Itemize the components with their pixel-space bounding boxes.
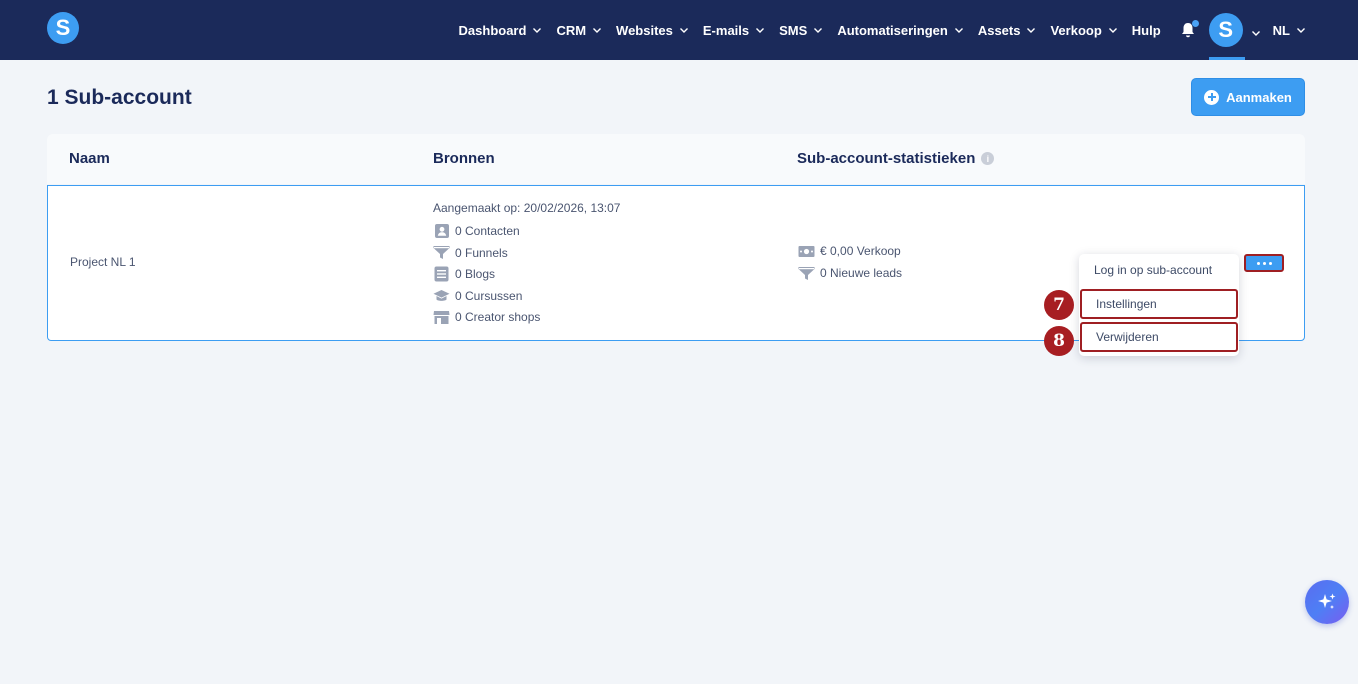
nav-item-label: SMS [779, 22, 808, 38]
active-indicator [1208, 57, 1245, 60]
nav-item-label: Hulp [1131, 22, 1161, 38]
create-button[interactable]: Aanmaken [1191, 78, 1305, 116]
nav-item-emails[interactable]: E-mails [703, 23, 765, 38]
language-label: NL [1272, 22, 1290, 38]
created-date: Aangemaakt op: 20/02/2026, 13:07 [433, 201, 621, 215]
avatar: S [1208, 13, 1243, 47]
dot [1256, 261, 1260, 265]
nav-menu: Dashboard CRM Websites E-mails SMS Autom… [459, 0, 1358, 60]
top-navigation: S Dashboard CRM Websites E-mails SMS Aut… [0, 0, 1358, 60]
menu-item-login-sub-account[interactable]: Log in op sub-account [1079, 255, 1239, 285]
funnel-icon [433, 244, 450, 261]
chevron-down-icon [1026, 25, 1036, 35]
dot [1268, 261, 1272, 265]
nav-item-hulp[interactable]: Hulp [1132, 23, 1161, 38]
chevron-down-icon [755, 25, 765, 35]
more-actions-button[interactable] [1244, 254, 1284, 272]
sources-cell: Aangemaakt op: 20/02/2026, 13:07 0 Conta… [433, 201, 620, 330]
bell-icon[interactable] [1179, 20, 1199, 39]
money-icon [798, 243, 815, 260]
page-title: 1 Sub-account [47, 86, 192, 109]
step-marker-7: 7 [1044, 290, 1074, 320]
nav-item-sms[interactable]: SMS [779, 23, 823, 38]
source-blogs: 0 Blogs [433, 265, 620, 283]
notification-dot [1191, 20, 1199, 27]
table-header: Naam Bronnen Sub-account-statistieken i [47, 134, 1305, 184]
info-icon[interactable]: i [981, 152, 995, 165]
step-marker-8: 8 [1044, 326, 1074, 356]
stat-sales: € 0,00 Verkoop [798, 242, 902, 260]
nav-item-automatiseringen[interactable]: Automatiseringen [837, 23, 964, 38]
graduation-cap-icon [433, 287, 450, 304]
language-selector[interactable]: NL [1273, 23, 1306, 38]
column-header-statistieken[interactable]: Sub-account-statistieken i [797, 150, 995, 167]
nav-item-crm[interactable]: CRM [556, 23, 602, 38]
source-contacts: 0 Contacten [433, 222, 620, 240]
menu-item-instellingen[interactable]: Instellingen [1080, 289, 1238, 319]
nav-item-label: Automatiseringen [837, 22, 948, 38]
nav-item-label: Websites [616, 22, 673, 38]
chevron-down-icon [954, 25, 964, 35]
sub-account-name[interactable]: Project NL 1 [70, 255, 136, 269]
row-actions-dropdown: Log in op sub-account Instellingen Verwi… [1079, 254, 1239, 356]
stats-cell: € 0,00 Verkoop 0 Nieuwe leads [798, 242, 902, 286]
chevron-down-icon [532, 25, 542, 35]
plus-circle-icon [1204, 89, 1220, 105]
nav-item-label: CRM [556, 22, 587, 38]
blog-icon [433, 266, 450, 283]
chevron-down-icon [1296, 25, 1306, 35]
menu-item-verwijderen[interactable]: Verwijderen [1080, 322, 1238, 352]
nav-item-websites[interactable]: Websites [616, 23, 689, 38]
source-funnels: 0 Funnels [433, 244, 620, 262]
create-button-label: Aanmaken [1226, 89, 1292, 105]
contact-icon [433, 223, 450, 240]
nav-item-label: Assets [977, 22, 1021, 38]
chevron-down-icon [1251, 25, 1261, 36]
nav-item-verkoop[interactable]: Verkoop [1050, 23, 1117, 38]
sparkle-icon [1318, 593, 1336, 609]
dot [1262, 261, 1266, 265]
account-menu[interactable]: S [1208, 0, 1261, 60]
funnel-icon [798, 265, 815, 282]
column-header-naam[interactable]: Naam [69, 150, 110, 167]
stat-new-leads: 0 Nieuwe leads [798, 264, 902, 282]
nav-item-assets[interactable]: Assets [978, 23, 1037, 38]
column-header-bronnen[interactable]: Bronnen [433, 150, 495, 167]
chevron-down-icon [679, 25, 689, 35]
nav-item-label: Dashboard [458, 22, 527, 38]
chevron-down-icon [813, 25, 823, 35]
source-creator-shops: 0 Creator shops [433, 308, 620, 326]
shop-icon [433, 309, 450, 326]
ai-assistant-button[interactable] [1305, 580, 1349, 624]
nav-item-dashboard[interactable]: Dashboard [459, 23, 543, 38]
nav-item-label: E-mails [702, 22, 750, 38]
logo[interactable]: S [47, 12, 79, 44]
chevron-down-icon [1108, 25, 1118, 35]
nav-item-label: Verkoop [1050, 22, 1102, 38]
source-courses: 0 Cursussen [433, 287, 620, 305]
chevron-down-icon [592, 25, 602, 35]
